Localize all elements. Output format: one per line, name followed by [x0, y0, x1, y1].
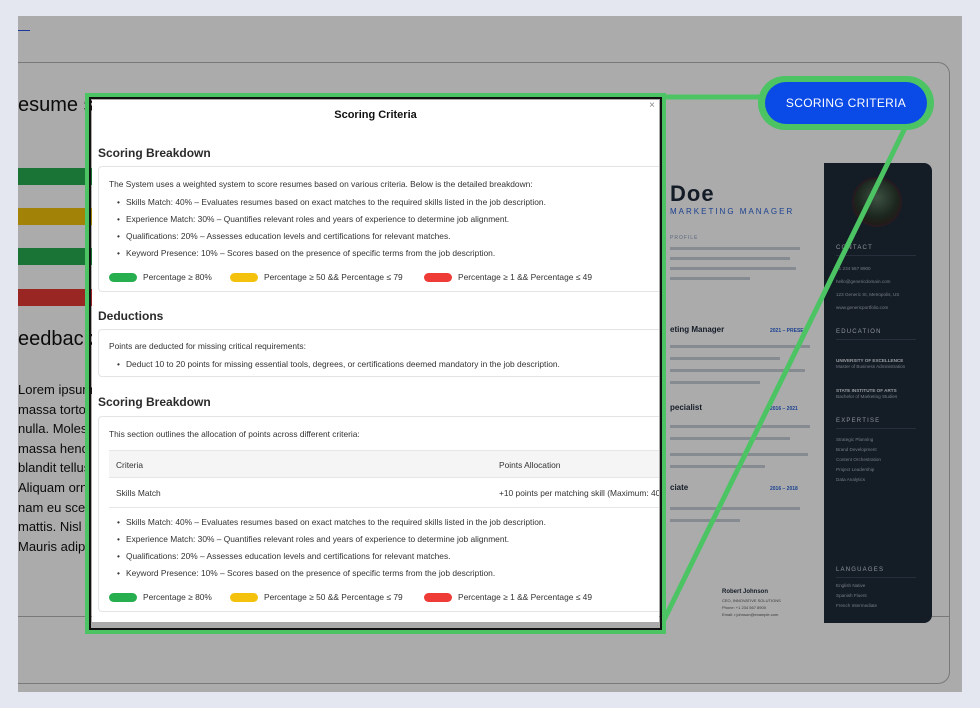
scoring-criteria-button[interactable]: SCORING CRITERIA: [765, 82, 927, 124]
highlight-frame-inner: [89, 97, 662, 630]
